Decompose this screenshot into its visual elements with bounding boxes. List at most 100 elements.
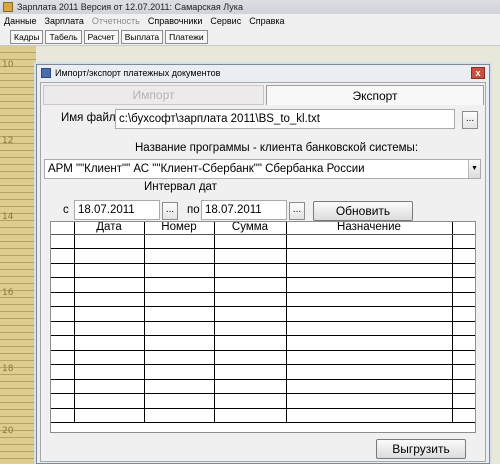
calculation-button[interactable]: Расчет (83, 29, 119, 44)
menu-service[interactable]: Сервис (210, 16, 241, 26)
table-row[interactable] (51, 393, 475, 409)
date-to-picker-button[interactable]: ... (289, 202, 305, 220)
table-row[interactable] (51, 263, 475, 278)
table-cell[interactable] (214, 277, 287, 293)
table-row[interactable] (51, 248, 475, 264)
table-cell[interactable] (144, 379, 215, 394)
browse-file-button[interactable]: ... (462, 111, 478, 129)
table-cell[interactable] (144, 306, 215, 322)
table-cell[interactable] (286, 248, 453, 264)
table-row[interactable] (51, 234, 475, 249)
table-cell[interactable] (74, 364, 145, 380)
table-cell[interactable] (286, 350, 453, 365)
column-date[interactable]: Дата (74, 222, 145, 235)
table-cell[interactable] (214, 364, 287, 380)
table-cell[interactable] (74, 277, 145, 293)
table-cell[interactable] (214, 306, 287, 322)
table-cell[interactable] (144, 393, 215, 409)
chevron-down-icon[interactable]: ▼ (468, 160, 480, 178)
refresh-button[interactable]: Обновить (313, 201, 413, 221)
date-from-picker-button[interactable]: ... (162, 202, 178, 220)
table-cell[interactable] (214, 292, 287, 307)
payments-button[interactable]: Платежи (165, 29, 208, 44)
table-cell[interactable] (286, 292, 453, 307)
staff-button[interactable]: Кадры (10, 29, 44, 44)
column-sum[interactable]: Сумма (214, 222, 287, 235)
payout-button[interactable]: Выплата (120, 29, 164, 44)
table-cell[interactable] (144, 277, 215, 293)
table-cell[interactable] (144, 335, 215, 351)
table-row[interactable] (51, 364, 475, 380)
table-cell[interactable] (144, 350, 215, 365)
column-number[interactable]: Номер (144, 222, 215, 235)
table-cell[interactable] (51, 306, 75, 322)
table-cell[interactable] (51, 292, 75, 307)
table-cell[interactable] (286, 364, 453, 380)
table-cell[interactable] (51, 321, 75, 336)
file-name-input[interactable]: c:\бухсофт\зарплата 2011\BS_to_kl.txt (115, 109, 455, 129)
table-cell[interactable] (51, 408, 75, 423)
table-cell[interactable] (51, 277, 75, 293)
table-row[interactable] (51, 350, 475, 365)
table-cell[interactable] (144, 321, 215, 336)
table-cell[interactable] (74, 292, 145, 307)
date-to-input[interactable]: 18.07.2011 (201, 200, 287, 220)
table-cell[interactable] (144, 408, 215, 423)
table-cell[interactable] (214, 321, 287, 336)
table-cell[interactable] (144, 364, 215, 380)
table-cell[interactable] (286, 234, 453, 249)
table-cell[interactable] (214, 234, 287, 249)
table-cell[interactable] (286, 321, 453, 336)
upload-button[interactable]: Выгрузить (376, 439, 466, 459)
table-cell[interactable] (286, 408, 453, 423)
table-cell[interactable] (286, 335, 453, 351)
table-cell[interactable] (286, 306, 453, 322)
menu-data[interactable]: Данные (4, 16, 37, 26)
table-row[interactable] (51, 321, 475, 336)
table-cell[interactable] (51, 263, 75, 278)
program-select[interactable]: АРМ ""Клиент"" АС ""Клиент-Сбербанк"" Сб… (44, 159, 481, 179)
table-cell[interactable] (214, 408, 287, 423)
menu-references[interactable]: Справочники (148, 16, 203, 26)
table-cell[interactable] (51, 248, 75, 264)
table-cell[interactable] (74, 393, 145, 409)
documents-table[interactable]: Дата Номер Сумма Назначение (50, 221, 476, 433)
column-purpose[interactable]: Назначение (286, 222, 453, 235)
table-cell[interactable] (74, 335, 145, 351)
table-cell[interactable] (214, 393, 287, 409)
table-cell[interactable] (214, 248, 287, 264)
table-cell[interactable] (144, 248, 215, 264)
table-cell[interactable] (74, 234, 145, 249)
table-cell[interactable] (214, 263, 287, 278)
table-cell[interactable] (214, 335, 287, 351)
table-cell[interactable] (286, 393, 453, 409)
table-cell[interactable] (214, 379, 287, 394)
table-cell[interactable] (214, 350, 287, 365)
table-cell[interactable] (286, 263, 453, 278)
menu-help[interactable]: Справка (249, 16, 284, 26)
table-cell[interactable] (144, 234, 215, 249)
table-cell[interactable] (144, 292, 215, 307)
table-cell[interactable] (144, 263, 215, 278)
table-row[interactable] (51, 408, 475, 423)
table-cell[interactable] (51, 234, 75, 249)
table-cell[interactable] (51, 379, 75, 394)
table-cell[interactable] (51, 335, 75, 351)
table-cell[interactable] (51, 350, 75, 365)
table-cell[interactable] (74, 408, 145, 423)
table-row[interactable] (51, 306, 475, 322)
table-row[interactable] (51, 277, 475, 293)
table-cell[interactable] (74, 350, 145, 365)
table-cell[interactable] (74, 306, 145, 322)
table-cell[interactable] (286, 277, 453, 293)
tab-export[interactable]: Экспорт (266, 85, 484, 105)
tab-import[interactable]: Импорт (43, 85, 264, 105)
table-cell[interactable] (51, 364, 75, 380)
menu-salary[interactable]: Зарплата (45, 16, 84, 26)
table-cell[interactable] (51, 393, 75, 409)
table-row[interactable] (51, 379, 475, 394)
close-button[interactable]: x (471, 67, 485, 79)
timesheet-button[interactable]: Табель (45, 29, 82, 44)
date-from-input[interactable]: 18.07.2011 (74, 200, 160, 220)
table-cell[interactable] (74, 321, 145, 336)
